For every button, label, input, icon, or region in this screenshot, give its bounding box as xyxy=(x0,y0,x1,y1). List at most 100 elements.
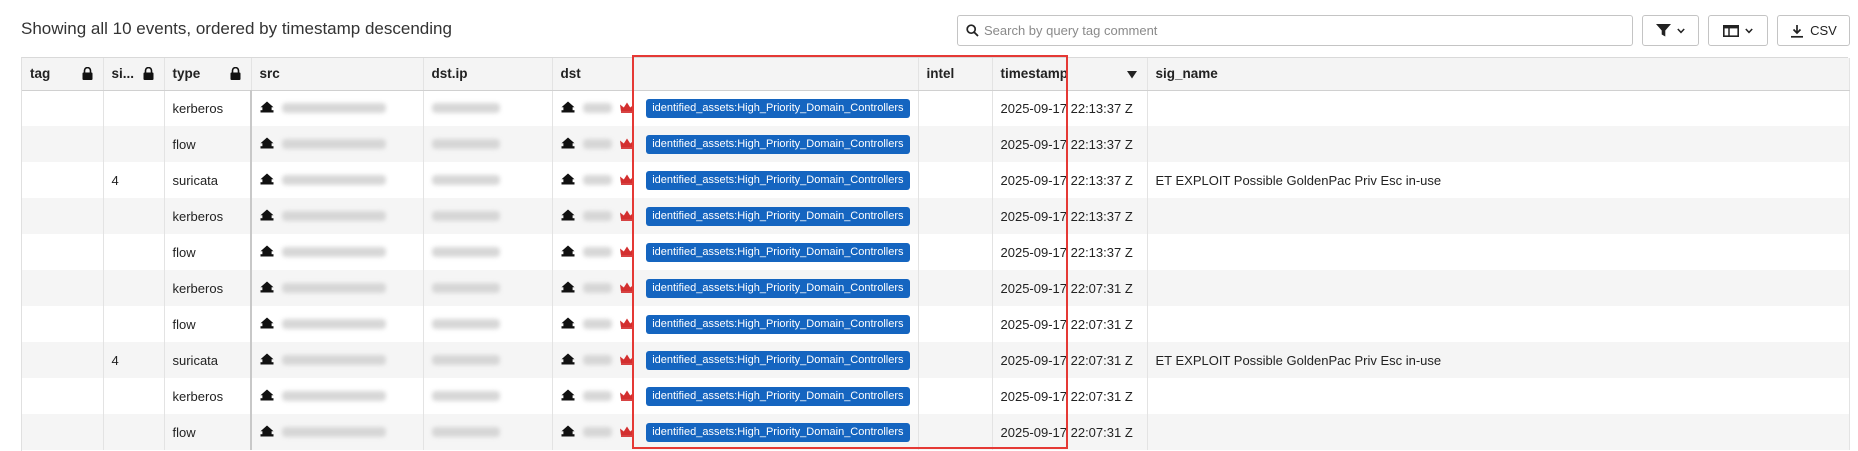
home-icon xyxy=(561,317,575,332)
asset-tag-badge[interactable]: identified_assets:High_Priority_Domain_C… xyxy=(646,134,910,154)
redacted-src-ip xyxy=(282,139,386,149)
asset-tag-badge[interactable]: identified_assets:High_Priority_Domain_C… xyxy=(646,350,910,370)
cell-sig xyxy=(103,414,165,450)
cell-tag xyxy=(22,198,104,234)
column-header-src[interactable]: src xyxy=(251,58,424,91)
crown-icon xyxy=(620,137,635,152)
redacted-dst-ip xyxy=(431,282,500,293)
cell-dst-ip xyxy=(423,234,553,270)
redacted-dst-host xyxy=(582,319,613,329)
home-icon xyxy=(561,281,575,296)
redacted-src-ip xyxy=(282,283,386,293)
cell-tag xyxy=(22,414,104,450)
asset-tag-badge[interactable]: identified_assets:High_Priority_Domain_C… xyxy=(646,314,910,334)
column-header-label: src xyxy=(259,66,280,82)
table-row[interactable]: flow identified_assets:High_Priority_Doma… xyxy=(22,414,1850,450)
chevron-down-icon xyxy=(1745,27,1753,33)
asset-tag-badge[interactable]: identified_assets:High_Priority_Domain_C… xyxy=(646,386,910,406)
crown-icon xyxy=(620,425,635,440)
asset-tag-badge[interactable]: identified_assets:High_Priority_Domain_C… xyxy=(646,242,910,262)
cell-dst: identified_assets:High_Priority_Domain_C… xyxy=(552,306,919,342)
table-row[interactable]: kerberos identified_assets:High_Priority_… xyxy=(22,198,1850,234)
cell-dst: identified_assets:High_Priority_Domain_C… xyxy=(552,198,919,234)
asset-tag-badge[interactable]: identified_assets:High_Priority_Domain_C… xyxy=(646,170,910,190)
column-header-type[interactable]: type xyxy=(164,58,252,91)
table-row[interactable]: 4 suricata identified_assets:High_Priority… xyxy=(22,342,1850,378)
column-header-intel[interactable]: intel xyxy=(918,58,993,91)
filter-button[interactable] xyxy=(1642,15,1699,46)
column-header-sig[interactable]: si... xyxy=(103,58,165,91)
table-row[interactable]: kerberos identified_assets:High_Priority_… xyxy=(22,378,1850,414)
cell-src xyxy=(251,198,424,234)
cell-src xyxy=(251,162,424,198)
cell-dst: identified_assets:High_Priority_Domain_C… xyxy=(552,378,919,414)
home-icon xyxy=(561,389,575,404)
redacted-dst-ip xyxy=(431,210,500,221)
asset-tag-badge[interactable]: identified_assets:High_Priority_Domain_C… xyxy=(646,278,910,298)
home-icon xyxy=(561,101,575,116)
search-box[interactable] xyxy=(957,15,1633,46)
cell-timestamp: 2025-09-17 22:13:37 Z xyxy=(992,198,1148,234)
sort-desc-icon[interactable] xyxy=(1126,67,1137,82)
csv-export-button[interactable]: CSV xyxy=(1777,15,1850,46)
cell-intel xyxy=(918,270,993,306)
cell-dst-ip xyxy=(423,90,553,126)
table-row[interactable]: flow identified_assets:High_Priority_Doma… xyxy=(22,126,1850,162)
column-header-label: dst.ip xyxy=(431,66,468,82)
cell-timestamp: 2025-09-17 22:07:31 Z xyxy=(992,306,1148,342)
columns-button[interactable] xyxy=(1708,15,1768,46)
cell-type: flow xyxy=(164,126,252,162)
table-row[interactable]: kerberos identified_assets:High_Priority_… xyxy=(22,90,1850,126)
table-row[interactable]: flow identified_assets:High_Priority_Doma… xyxy=(22,306,1850,342)
crown-icon xyxy=(620,173,635,188)
cell-timestamp: 2025-09-17 22:13:37 Z xyxy=(992,234,1148,270)
redacted-dst-host xyxy=(582,103,613,114)
cell-sig-name xyxy=(1147,90,1850,126)
asset-tag-badge[interactable]: identified_assets:High_Priority_Domain_C… xyxy=(646,206,910,226)
cell-type: kerberos xyxy=(164,90,252,126)
asset-tag-badge[interactable]: identified_assets:High_Priority_Domain_C… xyxy=(646,422,910,442)
redacted-dst-ip xyxy=(431,174,500,185)
table-row[interactable]: 4 suricata identified_assets:High_Priority… xyxy=(22,162,1850,198)
cell-tag xyxy=(22,342,104,378)
cell-dst: identified_assets:High_Priority_Domain_C… xyxy=(552,162,919,198)
cell-src xyxy=(251,270,424,306)
cell-timestamp: 2025-09-17 22:07:31 Z xyxy=(992,270,1148,306)
cell-dst-ip xyxy=(423,306,553,342)
cell-tag xyxy=(22,306,104,342)
column-header-dst[interactable]: dst xyxy=(552,58,919,91)
redacted-dst-ip xyxy=(431,426,500,437)
cell-sig xyxy=(103,198,165,234)
table-header-row: tag si... type src dst.ip dst intel timestamp si… xyxy=(22,58,1850,91)
cell-sig xyxy=(103,270,165,306)
events-page: Showing all 10 events, ordered by timest… xyxy=(0,0,1858,451)
results-summary: Showing all 10 events, ordered by timest… xyxy=(21,19,452,38)
cell-dst-ip xyxy=(423,378,553,414)
cell-sig-name xyxy=(1147,198,1850,234)
cell-intel xyxy=(918,126,993,162)
table-row[interactable]: kerberos identified_assets:High_Priority_… xyxy=(22,270,1850,306)
cell-intel xyxy=(918,342,993,378)
column-header-timestamp[interactable]: timestamp xyxy=(992,58,1148,91)
cell-src xyxy=(251,378,424,414)
table-row[interactable]: flow identified_assets:High_Priority_Doma… xyxy=(22,234,1850,270)
asset-tag-badge[interactable]: identified_assets:High_Priority_Domain_C… xyxy=(646,98,910,118)
column-header-label: type xyxy=(172,66,201,82)
column-header-tag[interactable]: tag xyxy=(22,58,104,91)
cell-dst-ip xyxy=(423,126,553,162)
cell-dst-ip xyxy=(423,198,553,234)
home-icon xyxy=(561,353,575,368)
events-table-container: tag si... type src dst.ip dst intel timestamp si… xyxy=(21,57,1850,451)
column-header-dst-ip[interactable]: dst.ip xyxy=(423,58,553,91)
crown-icon xyxy=(620,353,635,368)
search-input[interactable] xyxy=(982,18,1622,43)
home-icon xyxy=(561,137,575,152)
crown-icon xyxy=(620,389,635,404)
cell-timestamp: 2025-09-17 22:07:31 Z xyxy=(992,342,1148,378)
cell-timestamp: 2025-09-17 22:13:37 Z xyxy=(992,126,1148,162)
home-icon xyxy=(260,317,274,332)
redacted-src-ip xyxy=(282,103,386,114)
cell-sig xyxy=(103,234,165,270)
column-header-sig-name[interactable]: sig_name xyxy=(1147,58,1850,91)
column-header-label: timestamp xyxy=(1000,66,1069,82)
